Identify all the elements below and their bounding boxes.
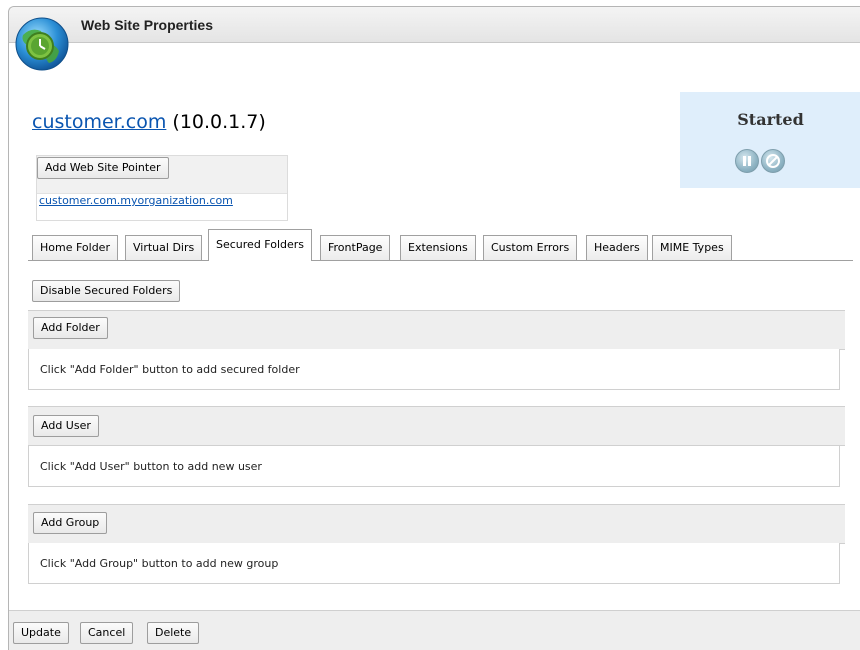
tabs-baseline bbox=[28, 260, 853, 261]
tab-virtual-dirs[interactable]: Virtual Dirs bbox=[125, 235, 203, 260]
site-heading: customer.com (10.0.1.7) bbox=[32, 111, 266, 133]
cancel-button[interactable]: Cancel bbox=[80, 622, 134, 644]
tab-frontpage[interactable]: FrontPage bbox=[320, 235, 391, 260]
pause-icon[interactable] bbox=[735, 149, 759, 173]
tab-home-folder[interactable]: Home Folder bbox=[32, 235, 118, 260]
properties-window: Web Site Properties customer.com (10.0.1… bbox=[8, 6, 860, 650]
add-web-site-pointer-button[interactable]: Add Web Site Pointer bbox=[37, 157, 169, 179]
stop-icon[interactable] bbox=[761, 149, 785, 173]
add-group-button[interactable]: Add Group bbox=[33, 512, 108, 534]
tab-extensions[interactable]: Extensions bbox=[400, 235, 476, 260]
groups-toolbar bbox=[28, 504, 845, 544]
site-name-link[interactable]: customer.com bbox=[32, 111, 166, 133]
globe-clock-icon bbox=[15, 17, 69, 71]
groups-empty-message: Click "Add Group" button to add new grou… bbox=[40, 557, 279, 570]
folders-empty-message: Click "Add Folder" button to add secured… bbox=[40, 363, 300, 376]
users-toolbar bbox=[28, 406, 845, 446]
pointer-link[interactable]: customer.com.myorganization.com bbox=[39, 194, 233, 207]
groups-list: Click "Add Group" button to add new grou… bbox=[28, 543, 840, 584]
disable-secured-folders-button[interactable]: Disable Secured Folders bbox=[32, 280, 181, 302]
add-folder-button[interactable]: Add Folder bbox=[33, 317, 108, 339]
status-panel: Started bbox=[680, 92, 860, 188]
update-button[interactable]: Update bbox=[13, 622, 69, 644]
delete-button[interactable]: Delete bbox=[147, 622, 200, 644]
status-text: Started bbox=[737, 110, 804, 129]
title-bar: Web Site Properties bbox=[9, 7, 860, 43]
tab-headers[interactable]: Headers bbox=[586, 235, 648, 260]
site-ip: (10.0.1.7) bbox=[172, 111, 266, 133]
tab-mime-types[interactable]: MIME Types bbox=[652, 235, 732, 260]
folders-list: Click "Add Folder" button to add secured… bbox=[28, 349, 840, 390]
status-controls bbox=[735, 149, 785, 173]
users-empty-message: Click "Add User" button to add new user bbox=[40, 460, 262, 473]
add-user-button[interactable]: Add User bbox=[33, 415, 99, 437]
tab-custom-errors[interactable]: Custom Errors bbox=[483, 235, 578, 260]
users-list: Click "Add User" button to add new user bbox=[28, 446, 840, 487]
window-title: Web Site Properties bbox=[81, 17, 214, 33]
folders-toolbar bbox=[28, 310, 845, 350]
tab-secured-folders[interactable]: Secured Folders bbox=[208, 229, 313, 261]
footer-bar bbox=[9, 610, 860, 650]
